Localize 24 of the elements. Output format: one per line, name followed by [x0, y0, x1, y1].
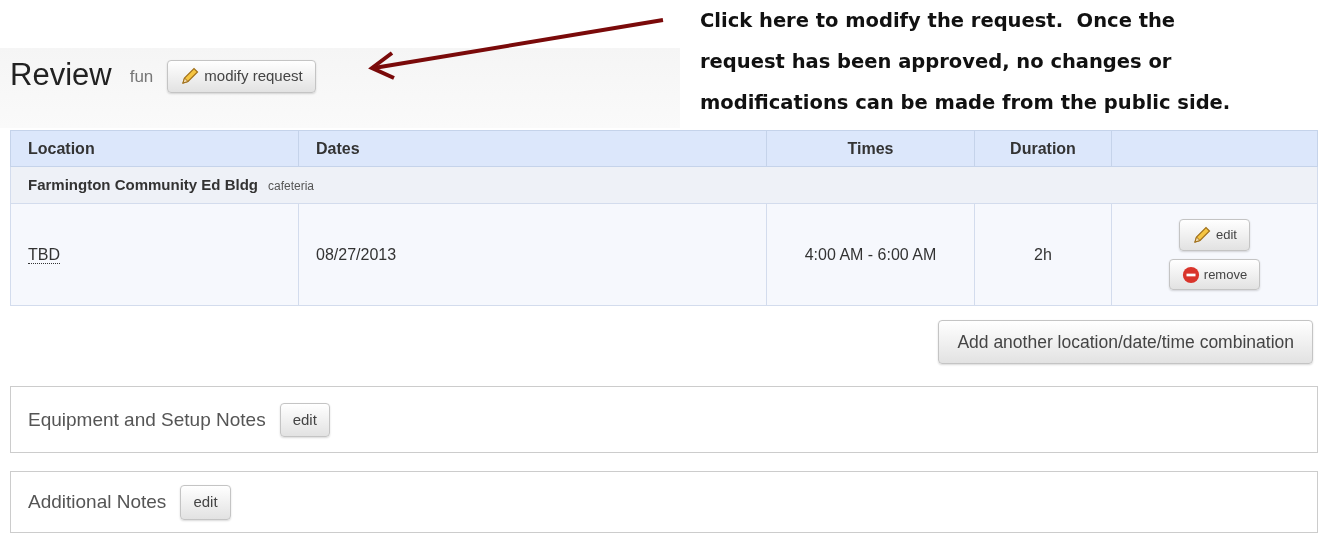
location-cell: TBD	[28, 245, 60, 264]
add-combination-button[interactable]: Add another location/date/time combination	[938, 320, 1313, 365]
modify-request-button[interactable]: modify request	[167, 60, 316, 93]
column-header: Times	[766, 130, 975, 167]
minus-icon	[1181, 265, 1200, 284]
panel-title: Equipment and Setup Notes	[28, 407, 266, 432]
table-cell: 08/27/2013	[316, 245, 397, 263]
panel-title: Additional Notes	[28, 490, 167, 514]
callout-text: Click here to modify the request. Once the request has been approved, no changes or modifications can be made from the public side.	[700, 8, 1231, 116]
pencil-icon	[180, 66, 201, 87]
location-group: Farmington Community Ed Bldg	[28, 175, 258, 193]
edit-button[interactable]: edit	[180, 485, 231, 520]
subtitle: fun	[129, 66, 154, 88]
table-cell: 2h	[1034, 245, 1052, 263]
pencil-icon	[1192, 224, 1212, 245]
page-title: Review	[10, 56, 112, 94]
room-name: cafeteria	[268, 178, 315, 193]
edit-button[interactable]: edit	[1179, 218, 1250, 251]
remove-button[interactable]: remove	[1168, 258, 1261, 291]
table-cell: 4:00 AM - 6:00 AM	[804, 245, 937, 263]
column-header: Duration	[974, 130, 1112, 167]
column-header: Location	[10, 130, 299, 167]
edit-button[interactable]: edit	[279, 402, 330, 437]
column-header: Dates	[298, 130, 767, 167]
